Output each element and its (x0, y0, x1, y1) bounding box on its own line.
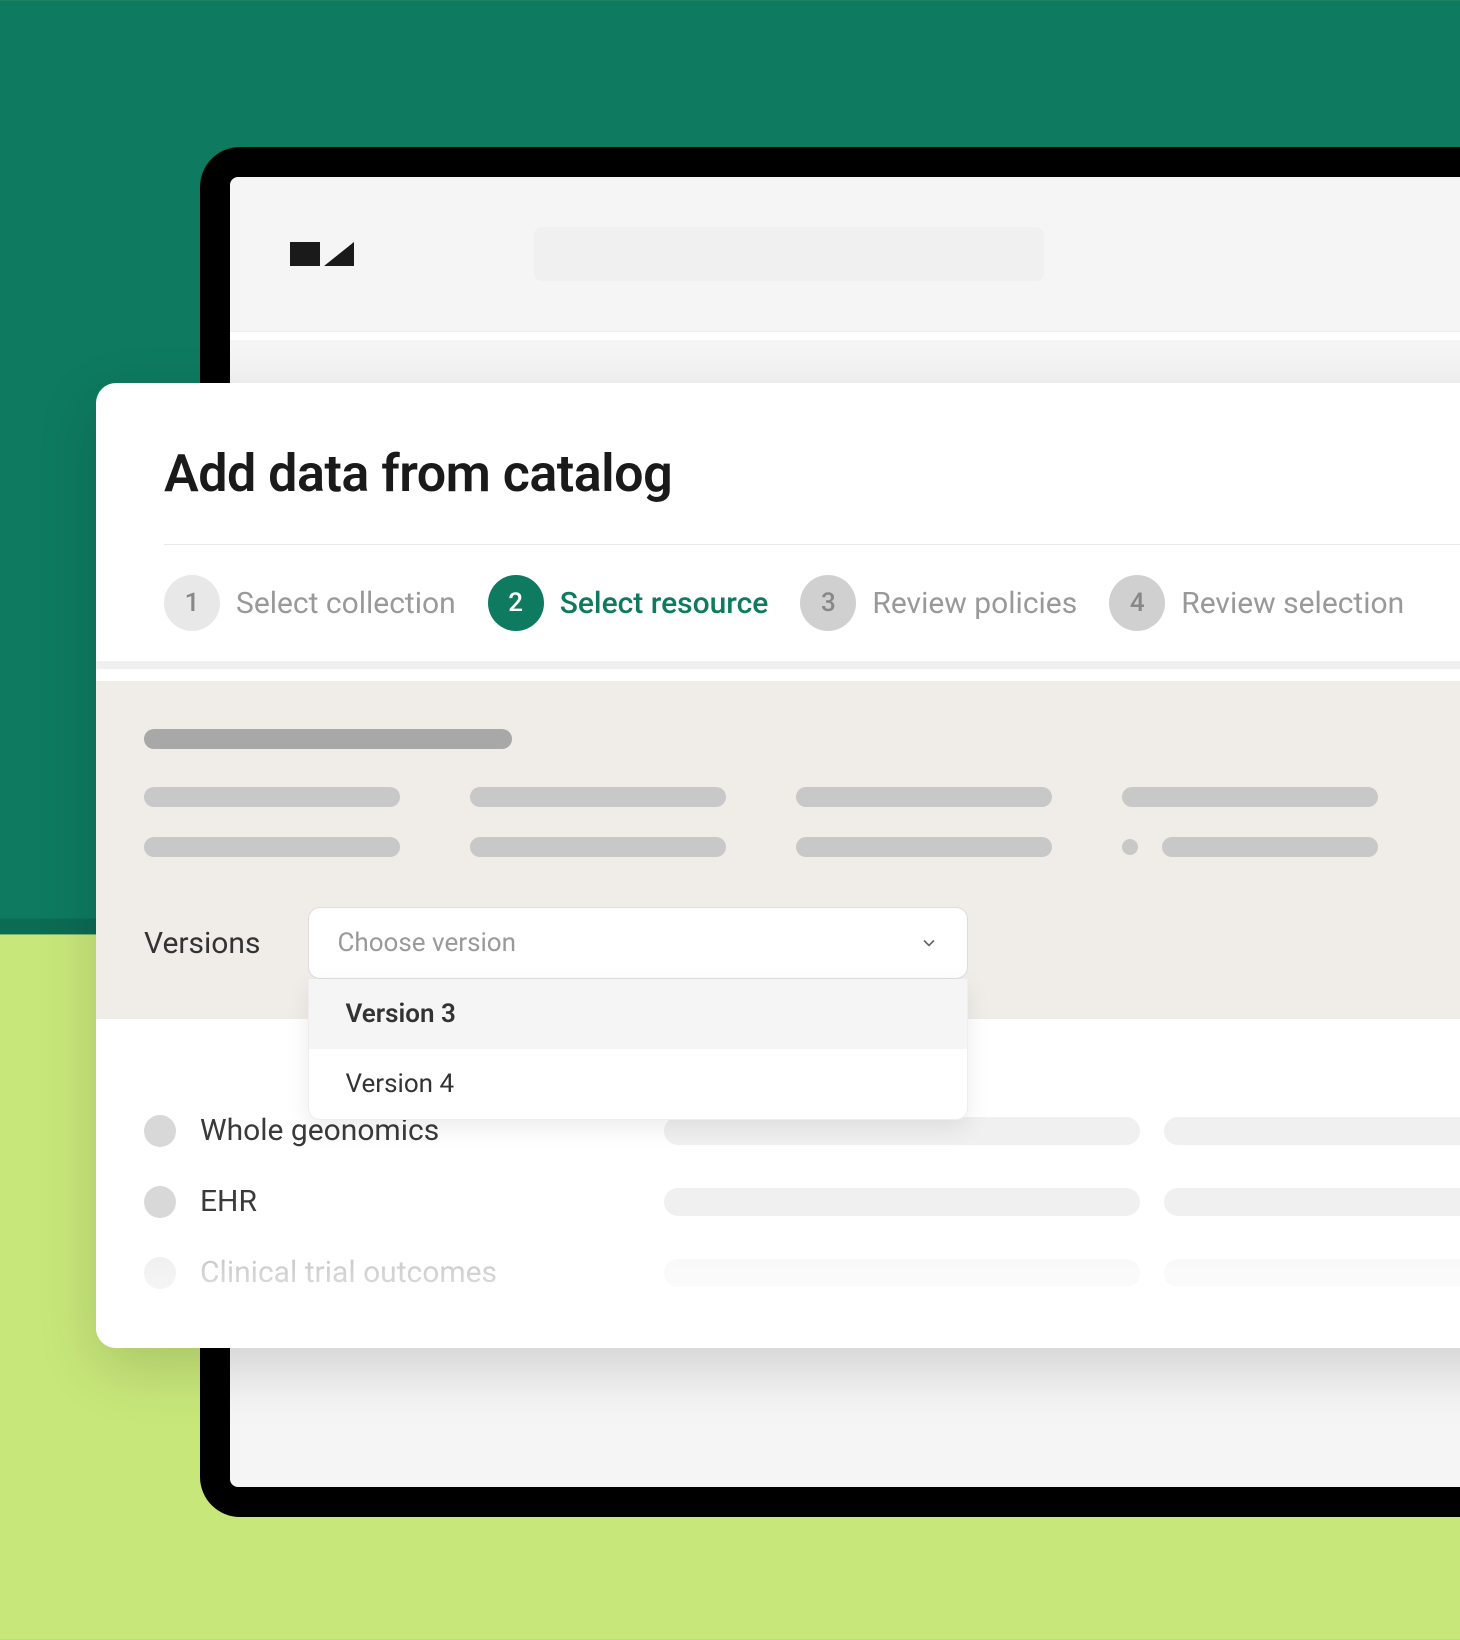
step-review-selection[interactable]: 4 Review selection (1109, 575, 1404, 631)
skeleton-pill (664, 1117, 1140, 1145)
dropdown-trigger[interactable]: Choose version (308, 907, 968, 979)
skeleton-block (470, 837, 726, 857)
skeleton-block (144, 837, 400, 857)
radio-icon[interactable] (144, 1186, 176, 1218)
radio-icon[interactable] (144, 1257, 176, 1289)
skeleton-block (1122, 787, 1378, 807)
skeleton-block (1162, 837, 1378, 857)
step-number: 2 (488, 575, 544, 631)
resource-item-ehr[interactable]: EHR (144, 1166, 1460, 1237)
chevron-down-icon (919, 933, 939, 953)
radio-icon[interactable] (144, 1115, 176, 1147)
skeleton-pill (664, 1188, 1140, 1216)
skeleton-heading (144, 729, 512, 749)
step-select-resource[interactable]: 2 Select resource (488, 575, 769, 631)
progress-bar (96, 661, 1460, 669)
resource-label: EHR (200, 1184, 640, 1219)
versions-dropdown[interactable]: Choose version Version 3 Version 4 (308, 907, 968, 979)
skeleton-pill (1164, 1259, 1460, 1287)
skeleton-pill (1164, 1188, 1460, 1216)
skeleton-block (796, 837, 1052, 857)
skeleton-dot (1122, 839, 1138, 855)
step-label: Select resource (560, 586, 769, 621)
search-input-placeholder[interactable] (534, 227, 1044, 281)
step-number: 3 (800, 575, 856, 631)
step-number: 4 (1109, 575, 1165, 631)
add-data-modal: Add data from catalog 1 Select collectio… (96, 383, 1460, 1348)
modal-title: Add data from catalog (96, 443, 1460, 544)
app-logo-icon (290, 242, 354, 266)
step-review-policies[interactable]: 3 Review policies (800, 575, 1077, 631)
dropdown-placeholder: Choose version (337, 928, 516, 958)
skeleton-block (796, 787, 1052, 807)
resource-item-clinical-trial[interactable]: Clinical trial outcomes (144, 1237, 1460, 1308)
dropdown-menu: Version 3 Version 4 (308, 979, 968, 1120)
stepper: 1 Select collection 2 Select resource 3 … (96, 545, 1460, 661)
app-header (230, 177, 1460, 331)
step-select-collection[interactable]: 1 Select collection (164, 575, 456, 631)
step-label: Review policies (872, 586, 1077, 621)
step-label: Select collection (236, 586, 456, 621)
step-number: 1 (164, 575, 220, 631)
dropdown-option-version-4[interactable]: Version 4 (309, 1049, 967, 1119)
step-label: Review selection (1181, 586, 1404, 621)
dropdown-option-version-3[interactable]: Version 3 (309, 979, 967, 1049)
versions-label: Versions (144, 926, 260, 961)
skeleton-block (470, 787, 726, 807)
skeleton-pill (664, 1259, 1140, 1287)
versions-row: Versions Choose version Version 3 Versio… (144, 857, 1460, 1019)
skeleton-pill (1164, 1117, 1460, 1145)
skeleton-block (144, 787, 400, 807)
resource-label: Clinical trial outcomes (200, 1255, 640, 1290)
app-body (230, 331, 1460, 340)
content-panel: Versions Choose version Version 3 Versio… (96, 681, 1460, 1019)
